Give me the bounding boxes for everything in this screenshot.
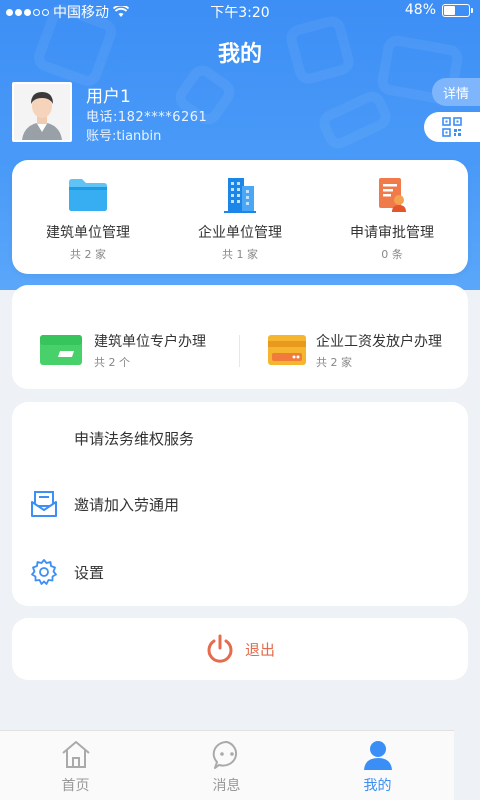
- menu-item-settings[interactable]: 设置: [12, 552, 468, 592]
- logout-button[interactable]: 退出: [12, 618, 468, 680]
- tab-label: 首页: [61, 778, 90, 794]
- management-label: 申请审批管理: [350, 225, 434, 241]
- management-label: 企业单位管理: [198, 225, 282, 241]
- menu-item-label: 邀请加入劳通用: [74, 496, 180, 514]
- avatar[interactable]: [12, 82, 72, 142]
- folder-icon: [69, 179, 107, 211]
- account-count: 共 2 个: [94, 356, 130, 369]
- tab-profile[interactable]: 我的: [302, 731, 453, 800]
- battery-percent: 48%: [404, 2, 436, 18]
- page-title: 我的: [217, 42, 262, 67]
- tab-messages[interactable]: 消息: [151, 731, 302, 800]
- user-avatar-icon: [14, 84, 70, 140]
- user-account: 账号:tianbin: [86, 129, 162, 144]
- tab-bar: 首页 消息 我的: [0, 730, 454, 800]
- detail-button[interactable]: 详情: [432, 78, 480, 106]
- approval-document-icon: [379, 178, 406, 212]
- account-label: 建筑单位专户办理: [94, 334, 206, 350]
- management-count: 共 2 家: [70, 248, 106, 261]
- logout-label: 退出: [244, 640, 275, 659]
- management-card: 建筑单位管理 共 2 家 企业单位管理 共 1 家 申请审批管理 0 条: [12, 160, 468, 274]
- tab-label: 消息: [212, 778, 241, 794]
- home-icon: [61, 741, 90, 768]
- user-phone: 电话:182****6261: [86, 110, 208, 125]
- menu-card: 申请法务维权服务 邀请加入劳通用 设置: [12, 402, 468, 606]
- management-count: 0 条: [381, 248, 403, 261]
- message-icon: [212, 740, 237, 769]
- person-icon: [363, 741, 392, 770]
- mail-icon: [31, 491, 57, 517]
- building-icon: [224, 178, 256, 213]
- qr-code-icon: [442, 117, 462, 137]
- menu-item-label: 设置: [74, 564, 105, 582]
- qr-code-button[interactable]: [424, 112, 480, 142]
- gear-icon: [31, 559, 57, 585]
- enterprise-salary-account[interactable]: 企业工资发放户办理 共 2 家: [240, 285, 468, 389]
- menu-item-legal-service[interactable]: 申请法务维权服务: [12, 418, 468, 458]
- tab-home[interactable]: 首页: [0, 731, 151, 800]
- status-bar: 中国移动 下午3:20 48%: [0, 0, 480, 22]
- account-count: 共 2 家: [316, 356, 352, 369]
- bank-card-icon: [268, 335, 306, 365]
- accounts-card: 建筑单位专户办理 共 2 个 企业工资发放户办理 共 2 家: [12, 285, 468, 389]
- tab-label: 我的: [363, 778, 392, 794]
- account-label: 企业工资发放户办理: [316, 334, 442, 350]
- logout-card: 退出: [12, 618, 468, 680]
- building-special-account[interactable]: 建筑单位专户办理 共 2 个: [12, 285, 239, 389]
- power-icon: [207, 634, 233, 663]
- building-unit-management[interactable]: 建筑单位管理 共 2 家: [12, 160, 164, 274]
- user-name: 用户1: [86, 87, 131, 107]
- green-card-icon: [40, 335, 82, 365]
- management-label: 建筑单位管理: [46, 225, 130, 241]
- menu-item-label: 申请法务维权服务: [74, 430, 195, 448]
- approval-management[interactable]: 申请审批管理 0 条: [316, 160, 468, 274]
- management-count: 共 1 家: [222, 248, 258, 261]
- enterprise-unit-management[interactable]: 企业单位管理 共 1 家: [164, 160, 316, 274]
- battery-icon: [442, 3, 473, 17]
- menu-item-invite[interactable]: 邀请加入劳通用: [12, 484, 468, 524]
